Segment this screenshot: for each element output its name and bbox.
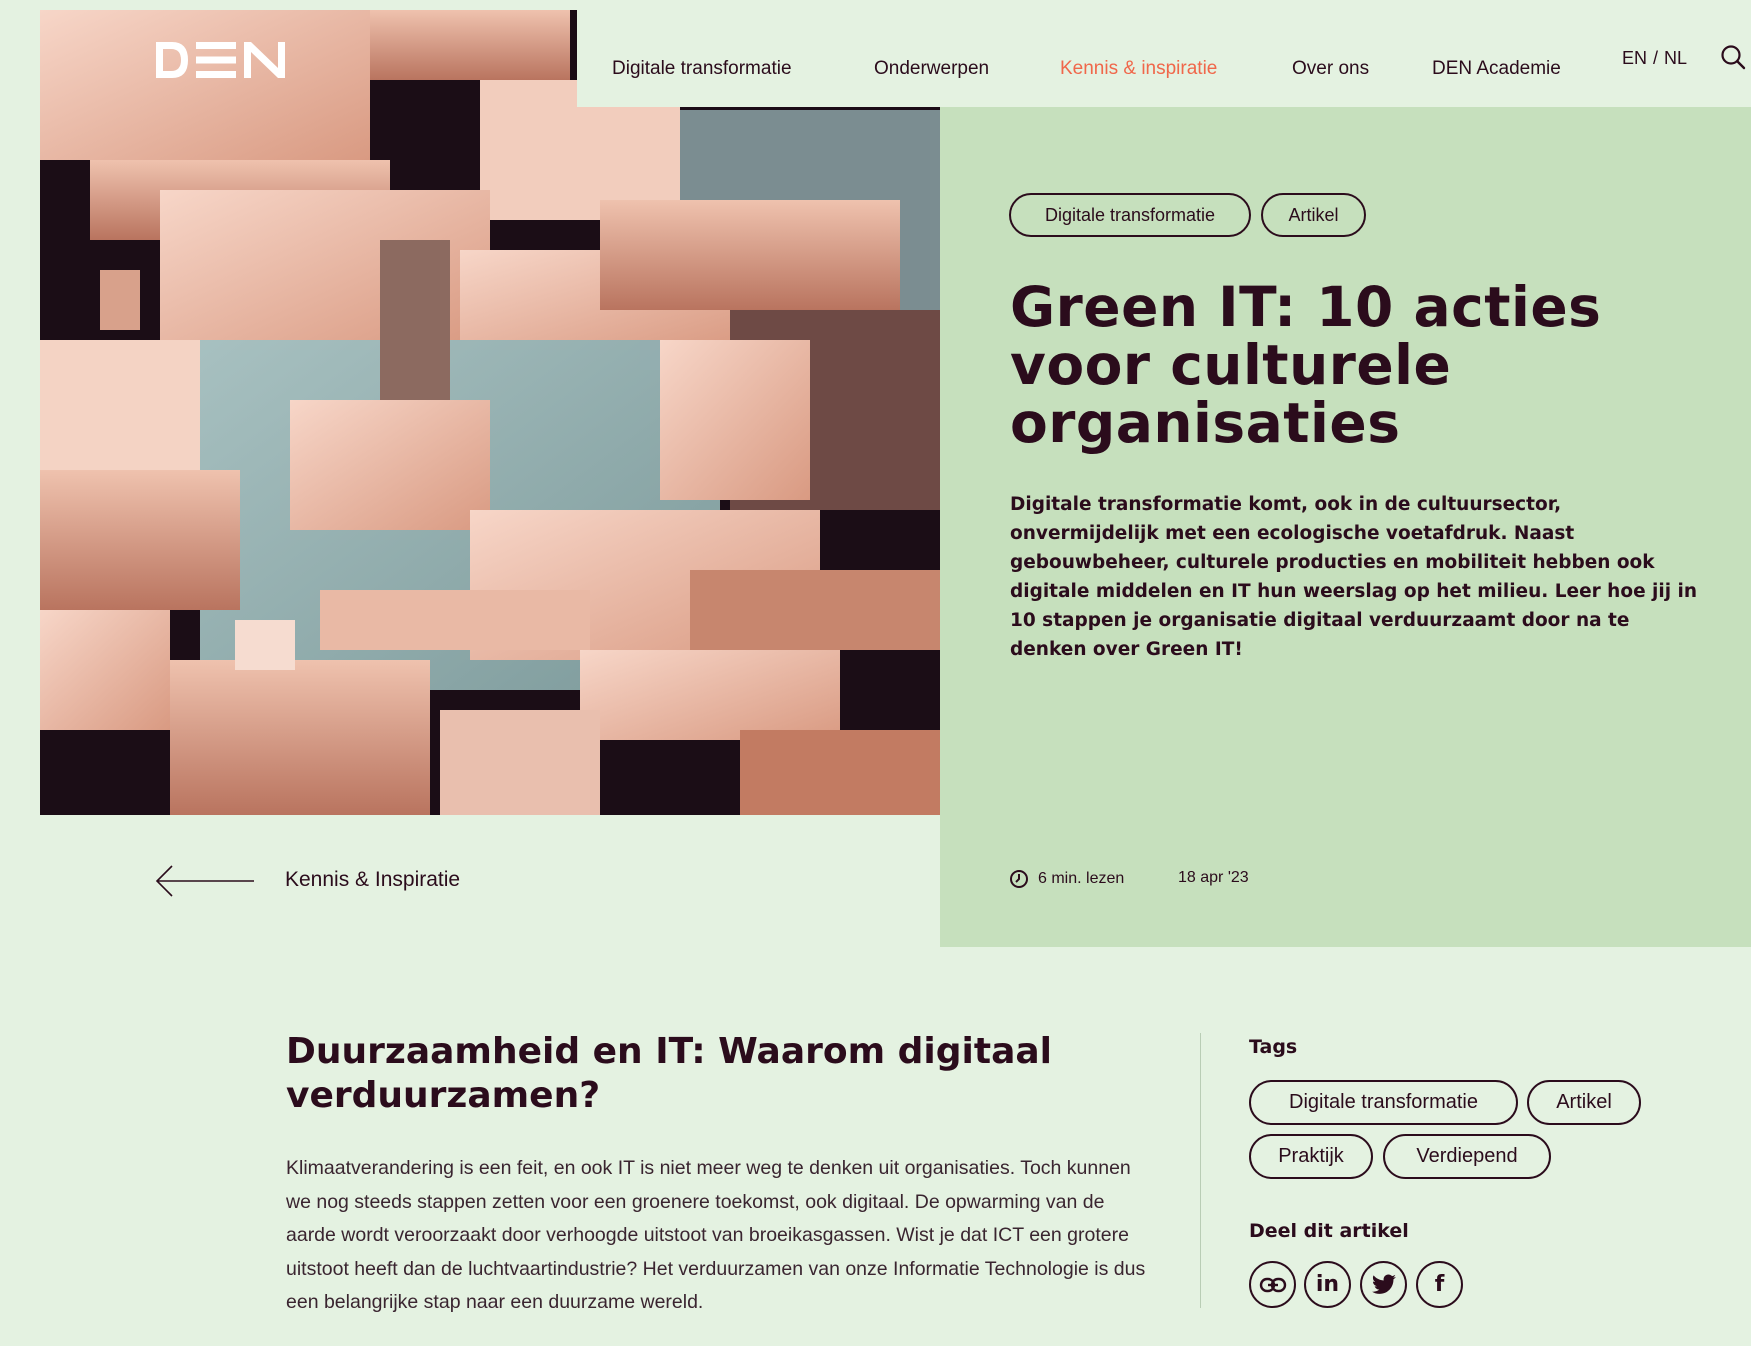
tag-praktijk[interactable]: Praktijk — [1249, 1134, 1373, 1179]
publish-date: 18 apr '23 — [1178, 869, 1249, 887]
clock-icon — [1010, 870, 1028, 888]
arrow-left-icon — [155, 865, 254, 897]
den-logo[interactable] — [154, 40, 289, 80]
read-time-label: 6 min. lezen — [1038, 870, 1125, 887]
share-twitter-button[interactable] — [1360, 1261, 1407, 1308]
share-link-button[interactable] — [1249, 1261, 1296, 1308]
lang-nl[interactable]: NL — [1664, 48, 1687, 68]
lang-en[interactable]: EN — [1622, 48, 1647, 68]
page-title: Green IT: 10 acties voor culturele organ… — [1010, 275, 1602, 455]
link-icon — [1259, 1277, 1286, 1292]
tag-verdiepend[interactable]: Verdiepend — [1383, 1134, 1551, 1179]
back-link-label: Kennis & Inspiratie — [285, 868, 461, 891]
share-facebook-button[interactable]: f — [1416, 1261, 1463, 1308]
article-body: Klimaatverandering is een feit, en ook I… — [286, 1157, 1146, 1313]
lang-separator: / — [1653, 48, 1659, 68]
linkedin-icon: in — [1315, 1272, 1340, 1297]
article-lead: Digitale transformatie komt, ook in de c… — [1010, 494, 1698, 660]
read-time: 6 min. lezen — [1009, 869, 1124, 889]
language-switcher: EN / NL — [1622, 48, 1687, 69]
tag-artikel[interactable]: Artikel — [1527, 1080, 1641, 1125]
nav-item-digitale-transformatie[interactable]: Digitale transformatie — [612, 58, 792, 80]
share-heading: Deel dit artikel — [1249, 1220, 1409, 1242]
tag-digitale-transformatie[interactable]: Digitale transformatie — [1249, 1080, 1518, 1125]
nav-item-den-academie[interactable]: DEN Academie — [1432, 58, 1561, 80]
tags-heading: Tags — [1249, 1036, 1298, 1058]
publish-date-label: 18 apr '23 — [1178, 869, 1249, 886]
article-heading: Duurzaamheid en IT: Waarom digitaal verd… — [286, 1031, 1053, 1116]
hero-image — [40, 10, 940, 815]
nav-item-over-ons[interactable]: Over ons — [1292, 58, 1369, 80]
share-linkedin-button[interactable]: in — [1304, 1261, 1351, 1308]
nav-item-onderwerpen[interactable]: Onderwerpen — [874, 58, 989, 80]
hero-pill-type[interactable]: Artikel — [1261, 193, 1366, 237]
sidebar-divider — [1200, 1033, 1201, 1308]
top-navigation: Digitale transformatie Onderwerpen Kenni… — [577, 10, 1751, 107]
nav-item-kennis-inspiratie[interactable]: Kennis & inspiratie — [1060, 58, 1217, 80]
hero-pill-category[interactable]: Digitale transformatie — [1009, 193, 1251, 237]
search-icon[interactable] — [1720, 44, 1746, 70]
back-link[interactable]: Kennis & Inspiratie — [155, 864, 460, 898]
facebook-icon: f — [1434, 1272, 1445, 1297]
twitter-icon — [1371, 1273, 1396, 1294]
